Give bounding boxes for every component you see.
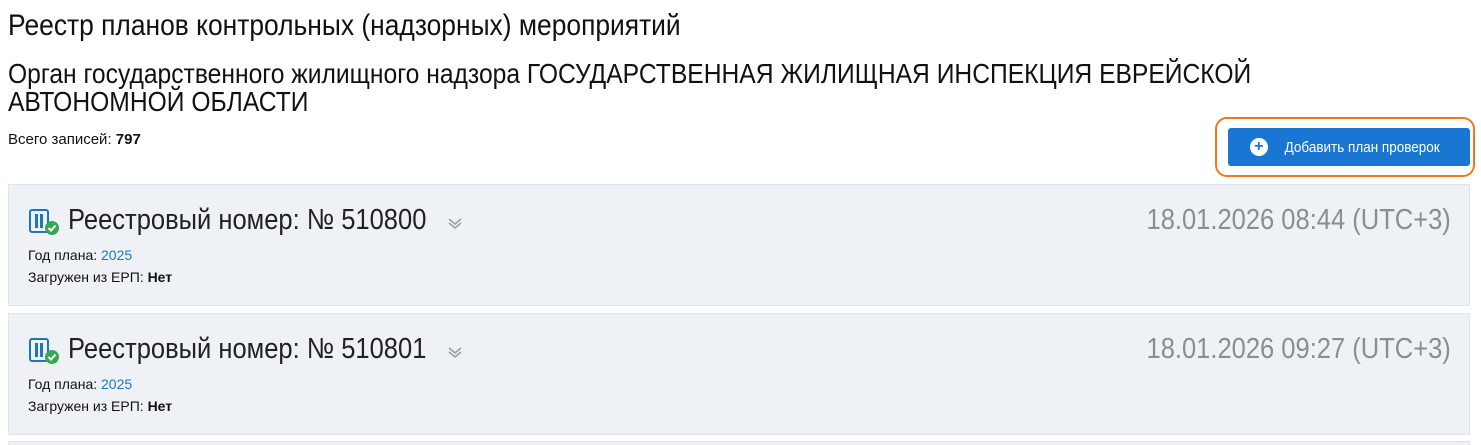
plan-document-icon	[29, 338, 59, 364]
org-title: Орган государственного жилищного надзора…	[8, 58, 1252, 117]
record-card: Реестровый номер: № 510801 18.01.2026 09…	[8, 313, 1470, 435]
plan-document-icon	[29, 209, 59, 235]
record-date: 18.01.2026 08:44 (UTC+3)	[1146, 204, 1451, 236]
chevron-down-icon[interactable]	[447, 215, 463, 231]
plus-circle-icon: +	[1249, 138, 1268, 156]
records-count: Всего записей: 797	[8, 131, 141, 149]
record-plan-year: Год плана: 2025	[28, 376, 132, 392]
plan-year-label: Год плана:	[28, 247, 98, 263]
erp-value: Нет	[147, 398, 173, 414]
record-date: 18.01.2026 09:27 (UTC+3)	[1146, 333, 1451, 365]
record-erp-status: Загружен из ЕРП: Нет	[28, 398, 172, 414]
add-plan-highlight: + Добавить план проверок	[1215, 117, 1475, 177]
erp-label: Загружен из ЕРП:	[28, 269, 144, 285]
add-plan-button-label: Добавить план проверок	[1284, 138, 1440, 156]
records-count-value: 797	[115, 131, 141, 148]
record-plan-year: Год плана: 2025	[28, 247, 132, 263]
erp-label: Загружен из ЕРП:	[28, 398, 144, 414]
page-title: Реестр планов контрольных (надзорных) ме…	[8, 9, 681, 42]
chevron-down-icon[interactable]	[447, 344, 463, 360]
plan-year-link[interactable]: 2025	[101, 247, 132, 263]
record-title: Реестровый номер: № 510800	[68, 204, 427, 236]
plan-year-label: Год плана:	[28, 376, 98, 392]
record-card-partial	[8, 441, 1470, 445]
erp-value: Нет	[147, 269, 173, 285]
add-plan-button[interactable]: + Добавить план проверок	[1228, 128, 1470, 166]
record-title: Реестровый номер: № 510801	[68, 333, 427, 365]
record-card: Реестровый номер: № 510800 18.01.2026 08…	[8, 184, 1470, 306]
registry-page: Реестр планов контрольных (надзорных) ме…	[0, 0, 1481, 445]
plan-year-link[interactable]: 2025	[101, 376, 132, 392]
records-count-label: Всего записей:	[8, 131, 112, 148]
record-erp-status: Загружен из ЕРП: Нет	[28, 269, 172, 285]
